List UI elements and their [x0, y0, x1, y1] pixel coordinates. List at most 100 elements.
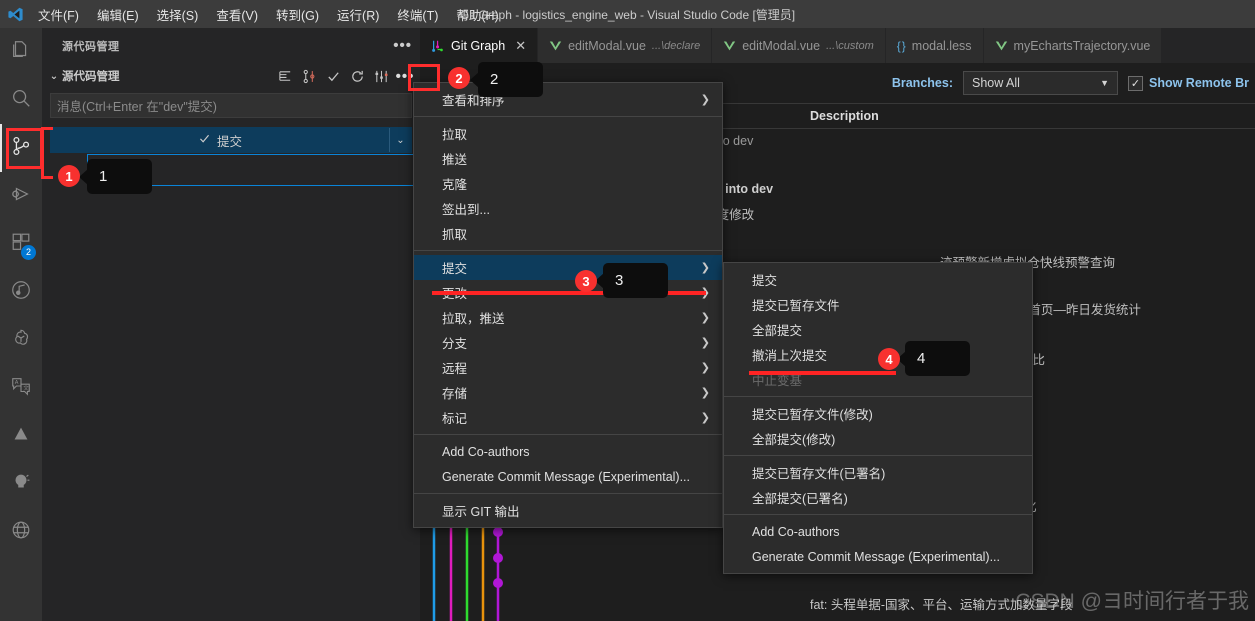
menu-file[interactable]: 文件(F) [30, 2, 87, 27]
menu-run[interactable]: 运行(R) [329, 2, 387, 27]
menu-item-label: 分支 [442, 337, 468, 351]
submenu-item-commit-staged-amend[interactable]: 提交已暂存文件(修改) [724, 401, 1032, 426]
column-header-description: Description [810, 109, 879, 123]
activity-item-lightbulb[interactable] [0, 460, 42, 508]
tab-path: ...\custom [826, 39, 874, 52]
menu-item-checkout-to[interactable]: 签出到... [414, 196, 722, 221]
activity-item-translate[interactable]: A 文 [0, 364, 42, 412]
annotation-callout-4: 4 [905, 341, 970, 376]
run-and-debug-icon [10, 183, 32, 210]
branches-select[interactable]: Show All ▼ [962, 71, 1118, 95]
commit-button[interactable]: 提交 [51, 128, 389, 152]
menu-item-show-git-output[interactable]: 显示 GIT 输出 [414, 498, 722, 523]
tab-git-graph[interactable]: Git Graph ✕ [420, 28, 539, 63]
menu-item-remote[interactable]: 远程 ❯ [414, 355, 722, 380]
chevron-right-icon: ❯ [700, 94, 710, 106]
tab-modal-less[interactable]: { } modal.less [885, 28, 984, 63]
menu-view[interactable]: 查看(V) [208, 2, 266, 27]
settings-sliders-icon[interactable] [370, 65, 392, 87]
scm-section-header[interactable]: ⌄ 源代码管理 ••• [42, 63, 420, 89]
chevron-right-icon: ❯ [700, 387, 710, 399]
sidebar-more-icon[interactable]: ••• [393, 37, 412, 54]
submenu-item-commit[interactable]: 提交 [724, 267, 1032, 292]
submenu-item-generate-commit-message[interactable]: Generate Commit Message (Experimental)..… [724, 544, 1032, 569]
menu-help[interactable]: 帮助(H) [448, 2, 506, 27]
svg-text:A: A [15, 380, 19, 386]
menu-item-label: 提交已暂存文件 [752, 299, 840, 313]
commit-message-input[interactable]: 消息(Ctrl+Enter 在"dev"提交) [50, 93, 412, 118]
tab-myechartstrajectory[interactable]: myEchartsTrajectory.vue [983, 28, 1163, 63]
annotation-badge-4: 4 [878, 348, 900, 370]
menu-go[interactable]: 转到(G) [268, 2, 327, 27]
submenu-item-add-co-authors[interactable]: Add Co-authors [724, 519, 1032, 544]
submenu-item-commit-all-amend[interactable]: 全部提交(修改) [724, 426, 1032, 451]
menu-item-branch[interactable]: 分支 ❯ [414, 330, 722, 355]
chevron-down-icon: ▼ [1100, 78, 1109, 88]
refresh-icon[interactable] [346, 65, 368, 87]
view-as-tree-icon[interactable] [274, 65, 296, 87]
menu-bar[interactable]: 文件(F) 编辑(E) 选择(S) 查看(V) 转到(G) 运行(R) 终端(T… [30, 2, 507, 27]
close-icon[interactable]: ✕ [515, 38, 526, 54]
tab-label: Git Graph [451, 38, 506, 53]
tab-label: editModal.vue [568, 38, 646, 53]
globe-icon [10, 519, 32, 546]
scm-context-menu: 查看和排序 ❯ 拉取 推送 克隆 签出到... 抓取 提交 ❯ 更改 ❯ 拉取， [413, 82, 723, 528]
activity-item-mountain[interactable] [0, 412, 42, 460]
menu-item-pull-push[interactable]: 拉取，推送 ❯ [414, 305, 722, 330]
scm-section-title: 源代码管理 [62, 71, 120, 83]
tab-label: myEchartsTrajectory.vue [1013, 38, 1151, 53]
chevron-right-icon: ❯ [700, 362, 710, 374]
chevron-down-icon: ⌄ [396, 134, 405, 146]
activity-item-globe[interactable] [0, 508, 42, 556]
source-control-icon [10, 135, 32, 162]
menu-item-label: Generate Commit Message (Experimental)..… [752, 549, 1001, 564]
menu-item-tags[interactable]: 标记 ❯ [414, 405, 722, 430]
menu-item-clone[interactable]: 克隆 [414, 171, 722, 196]
submenu-item-commit-all-signed[interactable]: 全部提交(已署名) [724, 485, 1032, 510]
menu-item-generate-commit-message[interactable]: Generate Commit Message (Experimental)..… [414, 464, 722, 489]
menu-item-pull[interactable]: 拉取 [414, 121, 722, 146]
chevron-down-icon[interactable]: ⌄ [46, 71, 62, 82]
menu-item-label: 提交已暂存文件(修改) [752, 408, 873, 422]
menu-edit[interactable]: 编辑(E) [89, 2, 147, 27]
submenu-item-commit-all[interactable]: 全部提交 [724, 317, 1032, 342]
menu-item-commit[interactable]: 提交 ❯ [414, 255, 722, 280]
title-bar: 文件(F) 编辑(E) 选择(S) 查看(V) 转到(G) 运行(R) 终端(T… [0, 0, 1255, 28]
commit-submenu: 提交 提交已暂存文件 全部提交 撤消上次提交 中止变基 提交已暂存文件(修改) … [723, 262, 1033, 574]
activity-item-source-control[interactable] [0, 124, 42, 172]
menu-item-label: 全部提交 [752, 324, 803, 338]
annotation-badge-1: 1 [58, 165, 80, 187]
openai-icon [10, 327, 32, 354]
branches-select-value: Show All [971, 76, 1020, 90]
menu-item-label: 存储 [442, 387, 468, 401]
show-remote-branches-checkbox[interactable]: ✓ Show Remote Br [1127, 75, 1249, 91]
menu-item-fetch[interactable]: 抓取 [414, 221, 722, 246]
activity-item-explorer[interactable] [0, 28, 42, 76]
annotation-callout-3: 3 [603, 263, 668, 298]
activity-item-extensions[interactable]: 2 [0, 220, 42, 268]
chevron-right-icon: ❯ [700, 337, 710, 349]
activity-item-search[interactable] [0, 76, 42, 124]
submenu-item-commit-staged[interactable]: 提交已暂存文件 [724, 292, 1032, 317]
menu-item-stash[interactable]: 存储 ❯ [414, 380, 722, 405]
checkmark-commit-icon[interactable] [322, 65, 344, 87]
tab-path: ...\declare [651, 39, 701, 52]
commit-dropdown-button[interactable]: ⌄ [389, 128, 411, 152]
menu-terminal[interactable]: 终端(T) [389, 2, 446, 27]
git-branch-compare-icon[interactable] [298, 65, 320, 87]
menu-separator [414, 434, 722, 435]
menu-item-push[interactable]: 推送 [414, 146, 722, 171]
tab-editmodal-custom[interactable]: editModal.vue ...\custom [712, 28, 886, 63]
menu-selection[interactable]: 选择(S) [149, 2, 207, 27]
activity-item-openai[interactable] [0, 316, 42, 364]
menu-item-label: 显示 GIT 输出 [442, 505, 520, 519]
tab-editmodal-declare[interactable]: editModal.vue ...\declare [538, 28, 713, 63]
submenu-item-commit-staged-signed[interactable]: 提交已暂存文件(已署名) [724, 460, 1032, 485]
activity-item-run-debug[interactable] [0, 172, 42, 220]
annotation-badge-3: 3 [575, 270, 597, 292]
menu-separator [414, 116, 722, 117]
activity-item-music[interactable] [0, 268, 42, 316]
menu-item-add-co-authors[interactable]: Add Co-authors [414, 439, 722, 464]
menu-item-view-and-sort[interactable]: 查看和排序 ❯ [414, 87, 722, 112]
braces-icon: { } [896, 38, 906, 53]
